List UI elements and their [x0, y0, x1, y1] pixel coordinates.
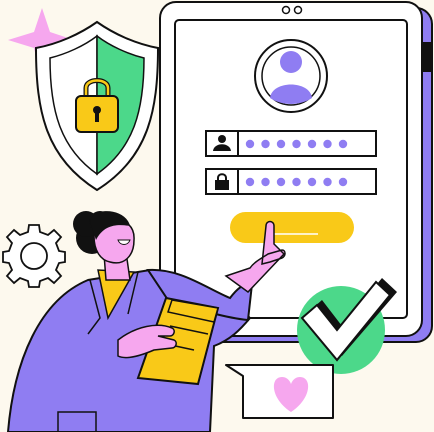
mask-dot	[323, 177, 332, 187]
mask-dot	[245, 177, 255, 187]
mask-dot	[292, 177, 301, 187]
mask-dot	[338, 139, 348, 149]
avatar-icon	[254, 39, 328, 113]
gear-icon	[2, 224, 66, 288]
mask-dot	[245, 139, 255, 149]
mask-dot	[323, 139, 332, 149]
mask-dot	[307, 177, 317, 187]
mask-dot	[292, 139, 301, 149]
password-field	[205, 168, 377, 195]
username-field	[205, 130, 377, 157]
mask-dot	[261, 177, 270, 187]
mask-dot	[261, 139, 270, 149]
login-security-illustration	[0, 0, 434, 432]
login-button	[230, 212, 354, 243]
mask-dot	[338, 177, 348, 187]
heart-message-bubble	[225, 364, 334, 419]
mask-dot	[276, 177, 286, 187]
mask-dot	[276, 139, 286, 149]
mask-dot	[307, 139, 317, 149]
